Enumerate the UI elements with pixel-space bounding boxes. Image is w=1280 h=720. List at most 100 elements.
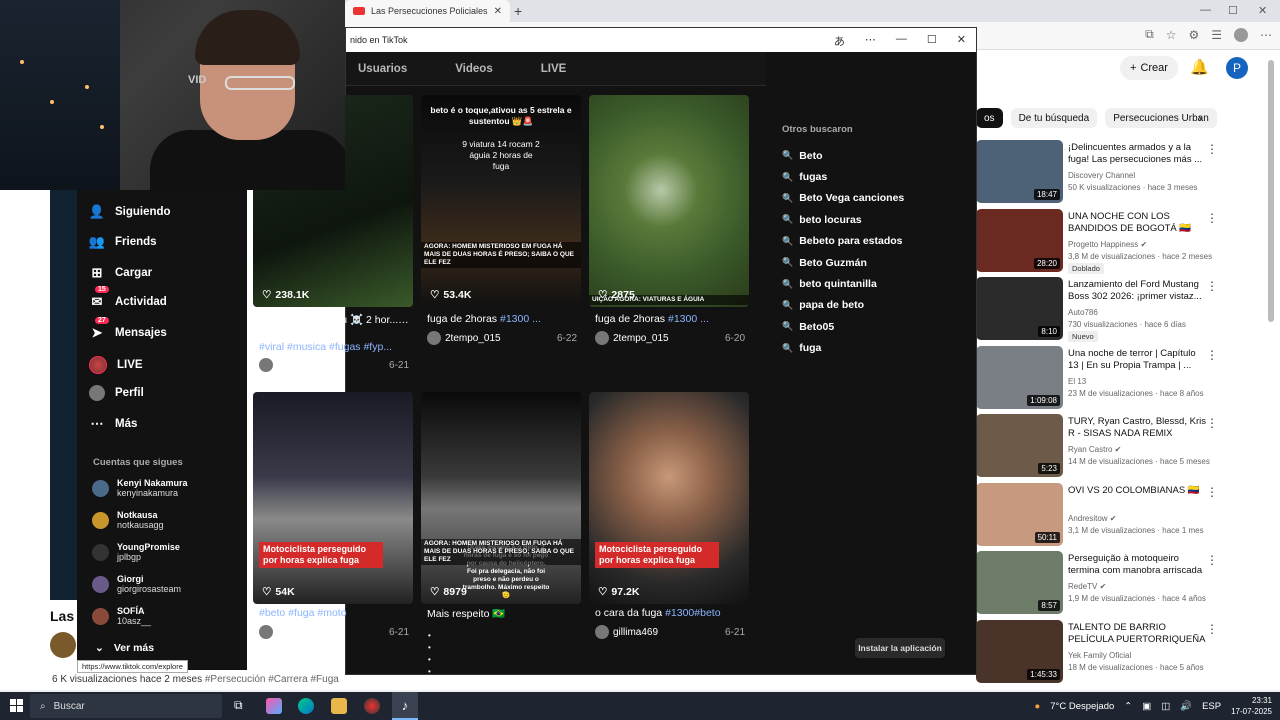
browser-maximize-button[interactable]: ☐ — [1228, 4, 1238, 17]
suggested-search[interactable]: 🔍 Beto Vega canciones — [782, 188, 962, 209]
translate-icon[interactable]: あ — [834, 33, 845, 49]
video-caption[interactable]: o cara representou ☠️ 2 hor...#viral #mu… — [259, 313, 409, 326]
recommended-video[interactable]: 18:47 ¡Delincuentes armados y a la fuga! … — [976, 140, 1266, 204]
video-thumbnail[interactable]: 18:47 — [976, 140, 1063, 203]
chip-from-search[interactable]: De tu búsqueda — [1010, 108, 1098, 128]
nav-item-live[interactable]: LIVE — [89, 356, 143, 374]
chevron-up-icon[interactable]: ⌃ — [1124, 701, 1132, 712]
video-title[interactable]: UNA NOCHE CON LOS BANDIDOS DE BOGOTÁ 🇨🇴 — [1068, 211, 1208, 235]
tab-live[interactable]: LIVE — [541, 63, 567, 75]
video-caption[interactable]: fuga de 2horas #1300 ... — [595, 313, 745, 325]
video-caption[interactable]: o cara da fuga #1300#beto — [595, 607, 745, 619]
nav-item-friends[interactable]: 👥 Friends — [89, 234, 157, 250]
video-thumbnail[interactable]: beto é o toque,ativou as 5 estrela e sus… — [421, 95, 581, 307]
video-author[interactable]: pldanorte 6-21 — [259, 625, 409, 639]
following-account[interactable]: Notkausa notkausagg — [92, 510, 164, 531]
video-thumbnail[interactable]: 8:57 — [976, 551, 1063, 614]
copilot-icon[interactable] — [266, 698, 282, 714]
youtube-account-avatar[interactable]: P — [1226, 57, 1248, 79]
video-thumbnail[interactable]: 8:10 — [976, 277, 1063, 340]
video-title[interactable]: OVI VS 20 COLOMBIANAS 🇨🇴 — [1068, 485, 1208, 497]
edge-icon[interactable] — [298, 698, 314, 714]
nav-item-mensajes[interactable]: ➤ 27 Mensajes — [89, 317, 167, 341]
taskbar-search[interactable]: ⌕ Buscar — [30, 694, 222, 718]
channel-name[interactable]: Ryan Castro ✔ — [1068, 445, 1121, 454]
tab-usuarios[interactable]: Usuarios — [358, 63, 407, 75]
network-icon[interactable]: ◫ — [1161, 701, 1170, 712]
tab-videos[interactable]: Videos — [455, 63, 493, 75]
channel-name[interactable]: El 13 — [1068, 377, 1086, 386]
see-more-button[interactable]: ⌄ Ver más — [95, 642, 154, 654]
browser-tab-youtube[interactable]: Las Persecuciones Policiales Más ... ✕ — [345, 0, 510, 22]
more-vertical-icon[interactable]: ⋮ — [1206, 211, 1218, 225]
nav-item-siguiendo[interactable]: 👤 Siguiendo — [89, 204, 171, 220]
following-account[interactable]: YoungPromise jplbgp — [92, 542, 180, 563]
recommended-video[interactable]: 8:57 Perseguição à motoqueiro termina com… — [976, 551, 1266, 615]
more-vertical-icon[interactable]: ⋮ — [1206, 622, 1218, 636]
suggested-search[interactable]: 🔍 fugas — [782, 166, 962, 187]
browser-profile-icon[interactable] — [1234, 27, 1248, 42]
browser-app-icon[interactable] — [364, 698, 380, 714]
more-options-icon[interactable]: ⋯ — [865, 33, 876, 49]
suggested-search[interactable]: 🔍 fuga — [782, 338, 962, 359]
tray-app-icon[interactable]: ▣ — [1142, 701, 1151, 712]
more-vertical-icon[interactable]: ⋮ — [1206, 348, 1218, 362]
video-title[interactable]: TALENTO DE BARRIO PELÍCULA PUERTORRIQUEÑ… — [1068, 622, 1208, 646]
task-view-icon[interactable]: ⧉ — [234, 698, 250, 714]
chevron-right-icon[interactable]: › — [1198, 111, 1202, 125]
suggested-search[interactable]: 🔍 Beto Guzmán — [782, 252, 962, 273]
page-scrollbar[interactable] — [1268, 60, 1274, 322]
channel-name[interactable]: Discovery Channel — [1068, 171, 1135, 180]
suggested-search[interactable]: 🔍 Bebeto para estados — [782, 231, 962, 252]
youtube-main-player[interactable] — [50, 190, 80, 600]
more-vertical-icon[interactable]: ⋮ — [1206, 142, 1218, 156]
following-account[interactable]: SOFÍA 10asz__ — [92, 606, 151, 627]
video-caption[interactable]: fuga de 2horas #1300 ... — [427, 313, 577, 325]
more-vertical-icon[interactable]: ⋮ — [1206, 279, 1218, 293]
file-explorer-icon[interactable] — [331, 698, 347, 714]
create-button[interactable]: + Crear — [1120, 56, 1178, 80]
nav-item-cargar[interactable]: ⊞ Cargar — [89, 265, 153, 281]
chip-all[interactable]: os — [976, 108, 1003, 128]
following-account[interactable]: Giorgi giorgirosasteam — [92, 574, 181, 595]
install-app-button[interactable]: Instalar la aplicación — [855, 638, 945, 658]
new-tab-button[interactable]: + — [514, 3, 522, 19]
video-title[interactable]: Una noche de terror | Capítulo 13 | En s… — [1068, 348, 1208, 372]
clock[interactable]: 23:31 17-07-2025 — [1231, 695, 1272, 717]
channel-name[interactable]: Yek Family Oficial — [1068, 651, 1131, 660]
video-title[interactable]: Lanzamiento del Ford Mustang Boss 302 20… — [1068, 279, 1208, 303]
video-title[interactable]: Perseguição à motoqueiro termina com man… — [1068, 553, 1208, 577]
channel-name[interactable]: Andresitow ✔ — [1068, 514, 1117, 523]
channel-name[interactable]: Auto786 — [1068, 308, 1098, 317]
browser-close-button[interactable]: ✕ — [1258, 4, 1267, 17]
recommended-video[interactable]: 1:45:33 TALENTO DE BARRIO PELÍCULA PUERTO… — [976, 619, 1266, 684]
more-vertical-icon[interactable]: ⋮ — [1206, 553, 1218, 567]
windows-start-icon[interactable] — [10, 699, 23, 712]
notifications-bell-icon[interactable]: 🔔 — [1190, 58, 1209, 76]
more-menu-icon[interactable]: ⋯ — [1260, 28, 1272, 42]
recommended-video[interactable]: 8:10 Lanzamiento del Ford Mustang Boss 30… — [976, 277, 1266, 342]
video-thumbnail[interactable]: 1:45:33 — [976, 619, 1063, 683]
more-vertical-icon[interactable]: ⋮ — [1206, 485, 1218, 499]
more-vertical-icon[interactable]: ⋮ — [1206, 416, 1218, 430]
video-author[interactable]: 2tempo_015 6-22 — [427, 331, 577, 345]
video-thumbnail[interactable]: UIÇÃO AGORA: VIATURAS E ÁGUIA ♡ 2875 — [589, 95, 749, 307]
video-title[interactable]: ¡Delincuentes armados y a la fuga! Las p… — [1068, 142, 1208, 166]
video-caption[interactable]: Mais respeito 🇧🇷 — [427, 607, 577, 620]
video-thumbnail[interactable]: Drake mesmo é o Beto, 2 horas de fuga e … — [421, 392, 581, 604]
video-thumbnail[interactable]: Motociclista perseguido por horas explic… — [253, 392, 413, 604]
suggested-search[interactable]: 🔍 beto locuras — [782, 209, 962, 230]
close-tab-icon[interactable]: ✕ — [494, 6, 502, 17]
video-author[interactable]: lk_player_m... 6-21 — [259, 358, 409, 372]
recommended-video[interactable]: 50:11 OVI VS 20 COLOMBIANAS 🇨🇴 Andresitow … — [976, 482, 1266, 547]
video-thumbnail[interactable]: Motociclista perseguido por horas explic… — [589, 392, 749, 604]
volume-icon[interactable]: 🔊 — [1180, 701, 1192, 712]
collections-icon[interactable]: ☰ — [1211, 28, 1222, 42]
weather-text[interactable]: 7°C Despejado — [1050, 701, 1114, 712]
video-author[interactable]: 2tempo_015 6-20 — [595, 331, 745, 345]
recommended-video[interactable]: 28:20 UNA NOCHE CON LOS BANDIDOS DE BOGOT… — [976, 208, 1266, 274]
video-title[interactable]: TURY, Ryan Castro, Blessd, Kris R - SISA… — [1068, 416, 1208, 440]
video-author[interactable]: gillima469 6-21 — [595, 625, 745, 639]
minimize-icon[interactable]: — — [896, 33, 907, 49]
favorite-star-icon[interactable]: ☆ — [1166, 28, 1177, 42]
